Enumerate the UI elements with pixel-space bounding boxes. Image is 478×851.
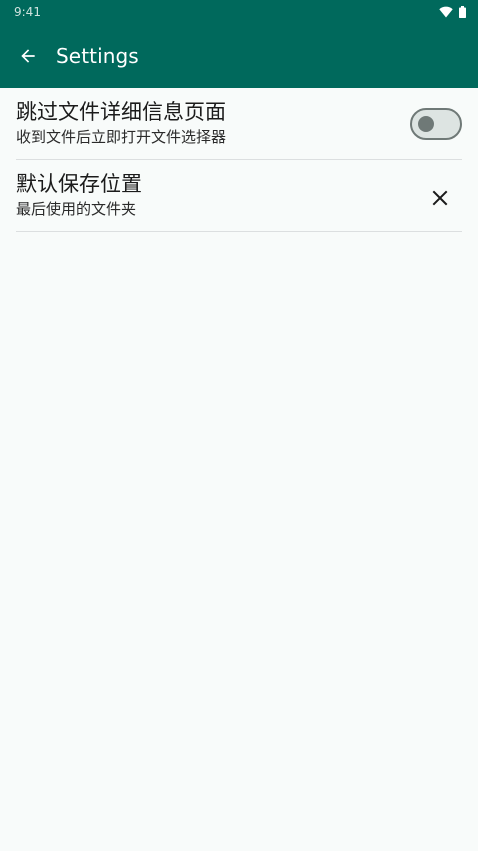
setting-skip-file-details[interactable]: 跳过文件详细信息页面 收到文件后立即打开文件选择器 <box>16 88 462 160</box>
setting-text: 默认保存位置 最后使用的文件夹 <box>16 170 142 220</box>
setting-text: 跳过文件详细信息页面 收到文件后立即打开文件选择器 <box>16 98 226 148</box>
close-icon <box>432 190 448 206</box>
setting-default-save-location[interactable]: 默认保存位置 最后使用的文件夹 <box>16 160 462 232</box>
arrow-back-icon <box>21 49 35 63</box>
setting-subtitle: 收到文件后立即打开文件选择器 <box>16 128 227 146</box>
app-bar: Settings <box>0 24 478 88</box>
battery-icon <box>459 6 466 18</box>
skip-details-toggle[interactable] <box>410 108 462 140</box>
toggle-thumb <box>418 116 434 132</box>
status-bar: 9:41 <box>0 0 478 24</box>
setting-subtitle: 最后使用的文件夹 <box>16 200 137 218</box>
setting-title: 跳过文件详细信息页面 <box>16 100 226 124</box>
clear-save-location-button[interactable] <box>424 182 456 214</box>
settings-list: 跳过文件详细信息页面 收到文件后立即打开文件选择器 默认保存位置 最后使用的文件… <box>16 88 462 232</box>
wifi-icon <box>439 6 453 18</box>
status-icons <box>439 6 466 18</box>
setting-title: 默认保存位置 <box>16 172 142 196</box>
status-time: 9:41 <box>14 5 41 19</box>
back-button[interactable] <box>0 28 56 84</box>
page-title: Settings <box>56 44 139 68</box>
